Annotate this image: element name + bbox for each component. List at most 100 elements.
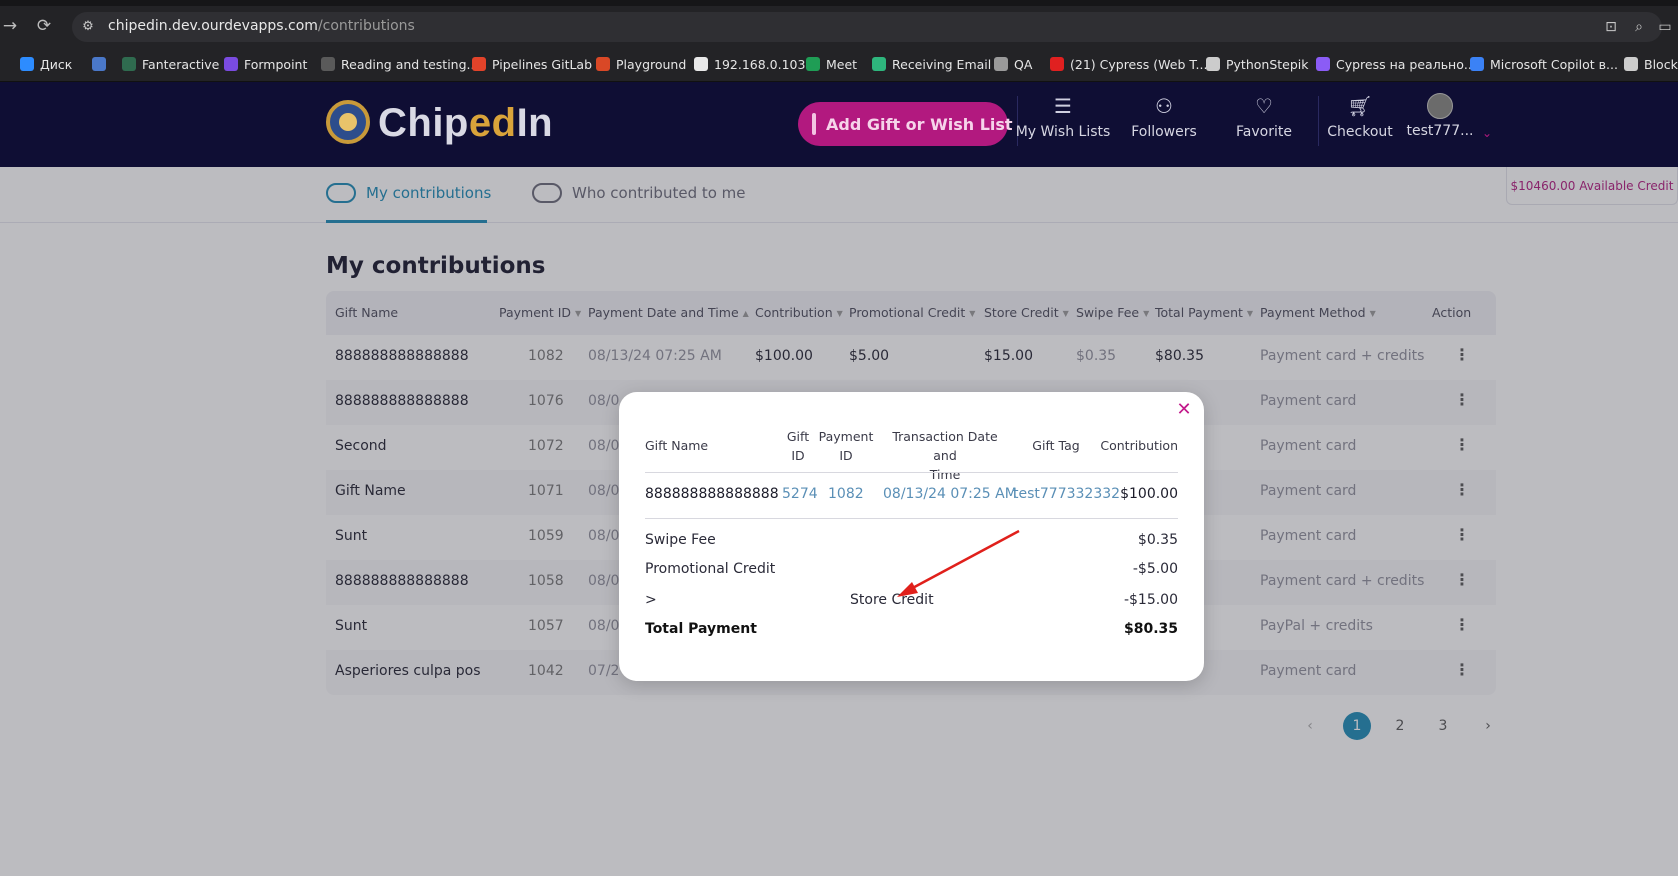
avatar: [1427, 93, 1453, 119]
bookmark-icon: [20, 57, 34, 71]
bookmark-icon: [224, 57, 238, 71]
bookmark-icon: [472, 57, 486, 71]
bookmark-item[interactable]: Meet: [806, 55, 857, 73]
bookmarks-bar: Диск Fanteractive Formpoint Reading and tes…: [0, 46, 1678, 82]
bookmark-icon: [1206, 57, 1220, 71]
nav-label: My Wish Lists: [1015, 124, 1111, 140]
bookmark-item[interactable]: Block: [1624, 55, 1678, 73]
modal-contribution: $100.00: [1120, 486, 1178, 502]
modal-col-contribution: Contribution: [1100, 438, 1178, 453]
logo-mark-icon: [326, 100, 370, 144]
bookmark-label: (21) Cypress (Web T...: [1070, 56, 1208, 72]
browser-toolbar: → ⟳ ⚙ chipedin.dev.ourdevapps.com/contri…: [0, 0, 1678, 46]
logo-text: ChipedIn: [378, 101, 554, 145]
promotional-credit-value: -$5.00: [1132, 561, 1178, 577]
bookmark-label: Диск: [40, 56, 73, 72]
bookmark-label: QA: [1014, 56, 1033, 72]
address-bar[interactable]: ⚙ chipedin.dev.ourdevapps.com/contributi…: [72, 12, 1672, 42]
bookmark-item[interactable]: Formpoint: [224, 55, 307, 73]
side-panel-icon[interactable]: ▭: [1656, 18, 1674, 36]
store-credit-label: Store Credit: [850, 592, 934, 608]
total-payment-label: Total Payment: [645, 621, 757, 637]
nav-label: Favorite: [1236, 124, 1292, 140]
modal-col-transaction-date: Transaction Date and Time: [892, 429, 998, 482]
close-icon[interactable]: ✕: [1176, 401, 1192, 419]
bookmark-icon: [994, 57, 1008, 71]
zoom-icon[interactable]: ⌕: [1630, 18, 1648, 36]
bookmark-label: PythonStepik: [1226, 56, 1309, 72]
list-icon: ☰: [1054, 94, 1072, 118]
bookmark-label: Microsoft Copilot в...: [1490, 56, 1618, 72]
nav-favorite[interactable]: ♡ Favorite: [1220, 92, 1308, 152]
bookmark-item[interactable]: 192.168.0.103: [694, 55, 805, 73]
nav-my-wish-lists[interactable]: ☰ My Wish Lists: [1015, 92, 1111, 152]
bookmark-label: Formpoint: [244, 56, 308, 72]
bookmark-label: Cypress на реально...: [1336, 56, 1476, 72]
total-payment-value: $80.35: [1123, 621, 1178, 637]
bookmark-item[interactable]: [92, 55, 112, 73]
gift-icon: [812, 113, 816, 135]
modal-gift-tag[interactable]: test777332332: [1013, 486, 1120, 502]
back-arrow-icon[interactable]: →: [0, 16, 20, 36]
nav-followers[interactable]: ⚇ Followers: [1120, 92, 1208, 152]
bookmark-item[interactable]: Playground: [596, 55, 686, 73]
bookmark-label: Reading and testing...: [341, 56, 479, 72]
modal-col-gift-tag: Gift Tag: [1032, 438, 1080, 453]
chevron-down-icon[interactable]: ⌄: [1482, 126, 1492, 140]
add-gift-label: Add Gift or Wish List: [826, 114, 1013, 134]
bookmark-item[interactable]: Pipelines GitLab: [472, 55, 592, 73]
heart-icon: ♡: [1255, 94, 1273, 118]
store-credit-prefix: >: [645, 592, 657, 608]
bookmark-label: Pipelines GitLab: [492, 56, 593, 72]
chipedin-logo[interactable]: ChipedIn: [326, 100, 553, 150]
modal-payment-id: 1082: [828, 486, 864, 502]
bookmark-icon: [694, 57, 708, 71]
divider: [1318, 96, 1319, 146]
bookmark-item[interactable]: Диск: [20, 55, 72, 73]
modal-col-payment-id: Payment ID: [818, 429, 874, 463]
bookmark-item[interactable]: QA: [994, 55, 1032, 73]
modal-gift-id[interactable]: 5274: [782, 486, 818, 502]
promotional-credit-label: Promotional Credit: [645, 561, 776, 577]
swipe-fee-value: $0.35: [1137, 532, 1178, 548]
cart-icon: 🛒︎: [1347, 94, 1373, 118]
bookmark-icon: [122, 57, 136, 71]
bookmark-item[interactable]: Fanteractive: [122, 55, 219, 73]
bookmark-item[interactable]: (21) Cypress (Web T...: [1050, 55, 1207, 73]
contribution-details-modal: ✕ Gift Name Gift ID Payment ID Transaction…: [619, 392, 1204, 681]
bookmark-icon: [1624, 57, 1638, 71]
translate-icon[interactable]: ⊡: [1602, 18, 1620, 36]
bookmark-icon: [806, 57, 820, 71]
bookmark-icon: [1316, 57, 1330, 71]
swipe-fee-label: Swipe Fee: [645, 532, 716, 548]
bookmark-item[interactable]: Microsoft Copilot в...: [1470, 55, 1618, 73]
modal-col-gift-id: Gift ID: [786, 429, 810, 463]
nav-label: Followers: [1131, 124, 1197, 140]
divider: [645, 472, 1178, 473]
followers-icon: ⚇: [1155, 94, 1173, 118]
bookmark-icon: [321, 57, 335, 71]
bookmark-icon: [872, 57, 886, 71]
bookmark-item[interactable]: PythonStepik: [1206, 55, 1309, 73]
bookmark-label: 192.168.0.103: [714, 56, 806, 72]
bookmark-label: Fanteractive: [142, 56, 220, 72]
add-gift-button[interactable]: Add Gift or Wish List: [798, 102, 1013, 146]
store-credit-value: -$15.00: [1123, 592, 1178, 608]
site-info-icon[interactable]: ⚙: [80, 19, 96, 35]
modal-transaction-date: 08/13/24 07:25 AM: [883, 486, 1017, 502]
bookmark-label: Receiving Email: [892, 56, 992, 72]
bookmark-icon: [596, 57, 610, 71]
nav-label: test777...: [1406, 123, 1474, 139]
bookmark-item[interactable]: Reading and testing...: [321, 55, 478, 73]
bookmark-label: Playground: [616, 56, 687, 72]
bookmark-item[interactable]: Receiving Email: [872, 55, 991, 73]
modal-col-gift-name: Gift Name: [645, 438, 709, 453]
reload-icon[interactable]: ⟳: [34, 16, 54, 36]
bookmark-label: Meet: [826, 56, 858, 72]
bookmark-item[interactable]: Cypress на реально...: [1316, 55, 1476, 73]
divider: [645, 518, 1178, 519]
nav-user-menu[interactable]: test777...: [1404, 92, 1476, 152]
url-text: chipedin.dev.ourdevapps.com/contribution…: [108, 18, 415, 34]
nav-checkout[interactable]: 🛒︎ Checkout: [1326, 92, 1394, 152]
app-header: ChipedIn Add Gift or Wish List ☰ My Wish…: [0, 82, 1678, 167]
